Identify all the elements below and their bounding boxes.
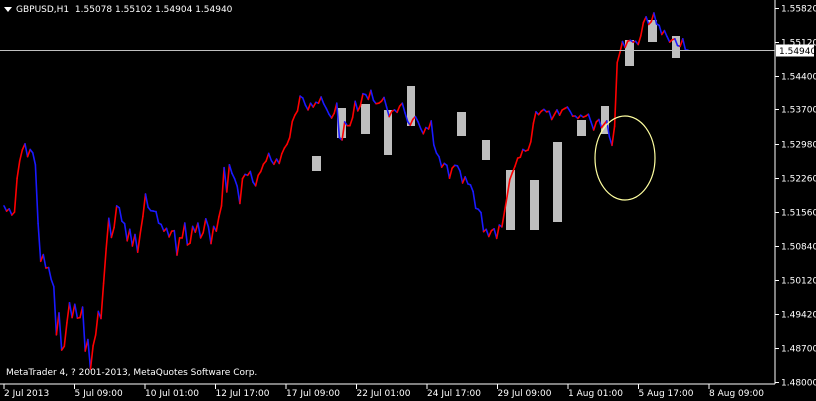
- x-tick-label: 8 Aug 09:00: [709, 389, 764, 399]
- x-tick-label: 5 Aug 17:00: [639, 389, 694, 399]
- y-tick-label: 1.50840: [781, 243, 816, 253]
- chart-header: GBPUSD,H1 1.55078 1.55102 1.54904 1.5494…: [4, 4, 232, 16]
- y-tick-label: 1.52980: [781, 141, 816, 151]
- current-price-tag-label: 1.54940: [779, 47, 816, 57]
- x-tick-label: 17 Jul 09:00: [286, 389, 340, 399]
- symbol-label: GBPUSD,H1: [16, 5, 70, 15]
- highlight-box-8: [530, 180, 539, 230]
- y-tick-label: 1.55820: [781, 5, 816, 15]
- x-tick-label: 5 Jul 09:00: [75, 389, 124, 399]
- x-tick-label: 12 Jul 17:00: [216, 389, 270, 399]
- y-tick-label: 1.48700: [781, 345, 816, 355]
- y-tick-label: 1.53700: [781, 106, 816, 116]
- low-value: 1.54904: [155, 5, 193, 15]
- highlight-box-2: [361, 104, 370, 134]
- y-tick-label: 1.48000: [781, 379, 816, 389]
- highlight-box-9: [553, 142, 562, 222]
- x-tick-label: 24 Jul 17:00: [427, 389, 481, 399]
- y-tick-label: 1.51560: [781, 209, 816, 219]
- chart-window[interactable]: 1.55820 1.55120 1.54400 1.53700 1.52980 1.522…: [0, 0, 816, 401]
- y-tick-label: 1.54400: [781, 73, 816, 83]
- highlight-box-0: [312, 156, 321, 171]
- close-value: 1.54940: [195, 5, 233, 15]
- x-tick-label: 22 Jul 01:00: [357, 389, 411, 399]
- highlight-box-6: [482, 140, 490, 160]
- highlight-box-4: [407, 86, 415, 126]
- price-chart[interactable]: 1.558201.551201.544001.537001.529801.522…: [0, 0, 816, 401]
- copyright-text: MetaTrader 4, ? 2001-2013, MetaQuotes So…: [6, 368, 258, 378]
- chart-background: [0, 0, 816, 401]
- y-tick-label: 1.52260: [781, 175, 816, 185]
- chart-menu-arrow-icon[interactable]: [4, 7, 12, 12]
- open-value: 1.55078: [74, 5, 113, 15]
- highlight-box-5: [457, 112, 466, 136]
- highlight-box-10: [577, 120, 586, 136]
- x-tick-label: 10 Jul 01:00: [145, 389, 199, 399]
- x-tick-label: 29 Jul 09:00: [498, 389, 552, 399]
- highlight-box-3: [384, 110, 392, 155]
- x-tick-label: 1 Aug 01:00: [568, 389, 623, 399]
- y-tick-label: 1.50120: [781, 277, 816, 287]
- y-tick-label: 1.49420: [781, 311, 816, 321]
- high-value: 1.55102: [115, 5, 153, 15]
- x-tick-label: 2 Jul 2013: [4, 389, 49, 399]
